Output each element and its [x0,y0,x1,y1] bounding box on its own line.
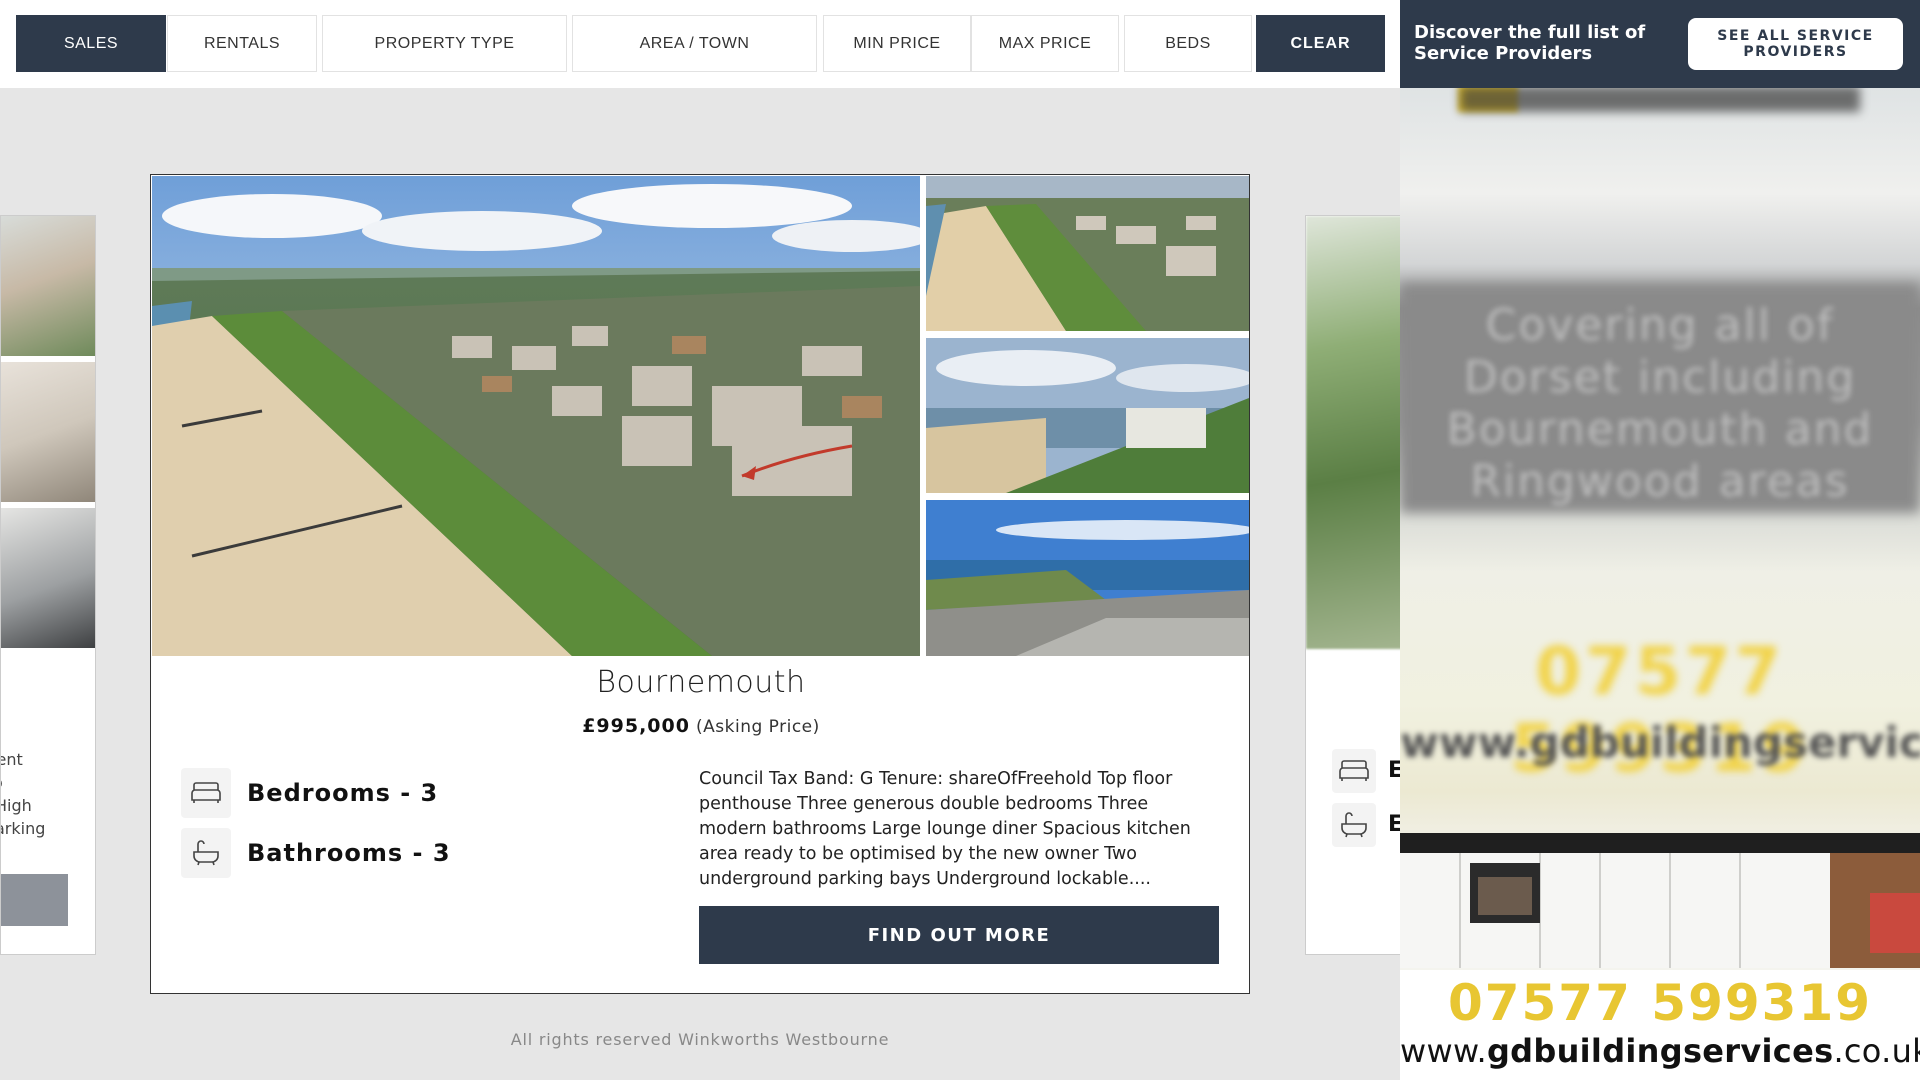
find-out-more-button[interactable]: FIND OUT MORE [699,906,1219,964]
listing-thumbnail-photo[interactable] [926,338,1249,493]
price-qualifier: (Asking Price) [696,717,820,737]
previous-listing-photo [1,508,95,648]
clear-button[interactable]: CLEAR [1256,15,1385,72]
previous-listing-photo [1,362,95,502]
listing-price-line: £995,000 (Asking Price) [151,715,1251,737]
advert-website-prefix: www. [1400,1032,1487,1070]
next-listing-card[interactable]: E E [1305,215,1405,955]
advert-banner[interactable]: Covering all of Dorset including Bournem… [1400,88,1920,968]
advert-contact[interactable]: 07577 599319 www.gdbuildingservices.co.u… [1400,970,1920,1080]
sales-tab[interactable]: SALES [16,15,166,72]
max-price-dropdown[interactable]: MAX PRICE [971,15,1119,72]
bedrooms-label: Bedrooms - 3 [247,779,439,807]
bed-icon [181,768,231,818]
footer-copyright: All rights reserved Winkworths Westbourn… [510,1030,890,1049]
previous-listing-button[interactable] [1,874,68,926]
filter-bar: SALES RENTALS PROPERTY TYPE AREA / TOWN … [0,0,1400,88]
listing-main-photo[interactable] [152,176,920,656]
beds-dropdown[interactable]: BEDS [1124,15,1252,72]
listing-thumbnail-photo[interactable] [926,500,1249,656]
advert-blurred-website: www.gdbuildingservices.co.uk [1400,718,1920,767]
advert-logo-text [1460,88,1860,112]
bathrooms-label: Bathrooms - 3 [247,839,451,867]
bathrooms-feature: Bathrooms - 3 [181,828,451,878]
advert-website[interactable]: www.gdbuildingservices.co.uk [1400,1032,1920,1070]
previous-listing-photo [1,216,95,356]
listing-town: Bournemouth [596,665,806,700]
advert-website-suffix: .co.uk [1833,1032,1920,1070]
area-town-dropdown[interactable]: AREA / TOWN [572,15,817,72]
listing-card: Bournemouth £995,000 (Asking Price) Bedr… [150,174,1250,994]
advert-panel: Covering all of Dorset including Bournem… [1400,0,1920,1080]
listing-price: £995,000 [582,715,690,737]
bath-icon [1332,803,1376,847]
bedrooms-feature: Bedrooms - 3 [181,768,438,818]
advert-kitchen-photo [1400,833,1920,968]
previous-listing-card[interactable]: opment o High arking [0,215,96,955]
advert-coverage-text: Covering all of Dorset including Bournem… [1446,300,1874,507]
bath-icon [181,828,231,878]
listing-thumbnail-photo[interactable] [926,176,1249,331]
min-price-dropdown[interactable]: MIN PRICE [823,15,971,72]
advert-phone-number[interactable]: 07577 599319 [1400,974,1920,1032]
advert-discover-text: Discover the full list of Service Provid… [1414,22,1646,64]
previous-listing-description: opment o High arking [0,750,46,838]
see-all-service-providers-button[interactable]: SEE ALL SERVICE PROVIDERS [1688,18,1903,70]
rentals-tab[interactable]: RENTALS [167,15,317,72]
advert-header: Discover the full list of Service Provid… [1400,0,1920,88]
listing-description: Council Tax Band: G Tenure: shareOfFreeh… [699,769,1191,889]
next-listing-photo [1306,216,1404,649]
property-type-dropdown[interactable]: PROPERTY TYPE [322,15,567,72]
advert-website-domain: gdbuildingservices [1486,1032,1834,1070]
bed-icon [1332,749,1376,793]
